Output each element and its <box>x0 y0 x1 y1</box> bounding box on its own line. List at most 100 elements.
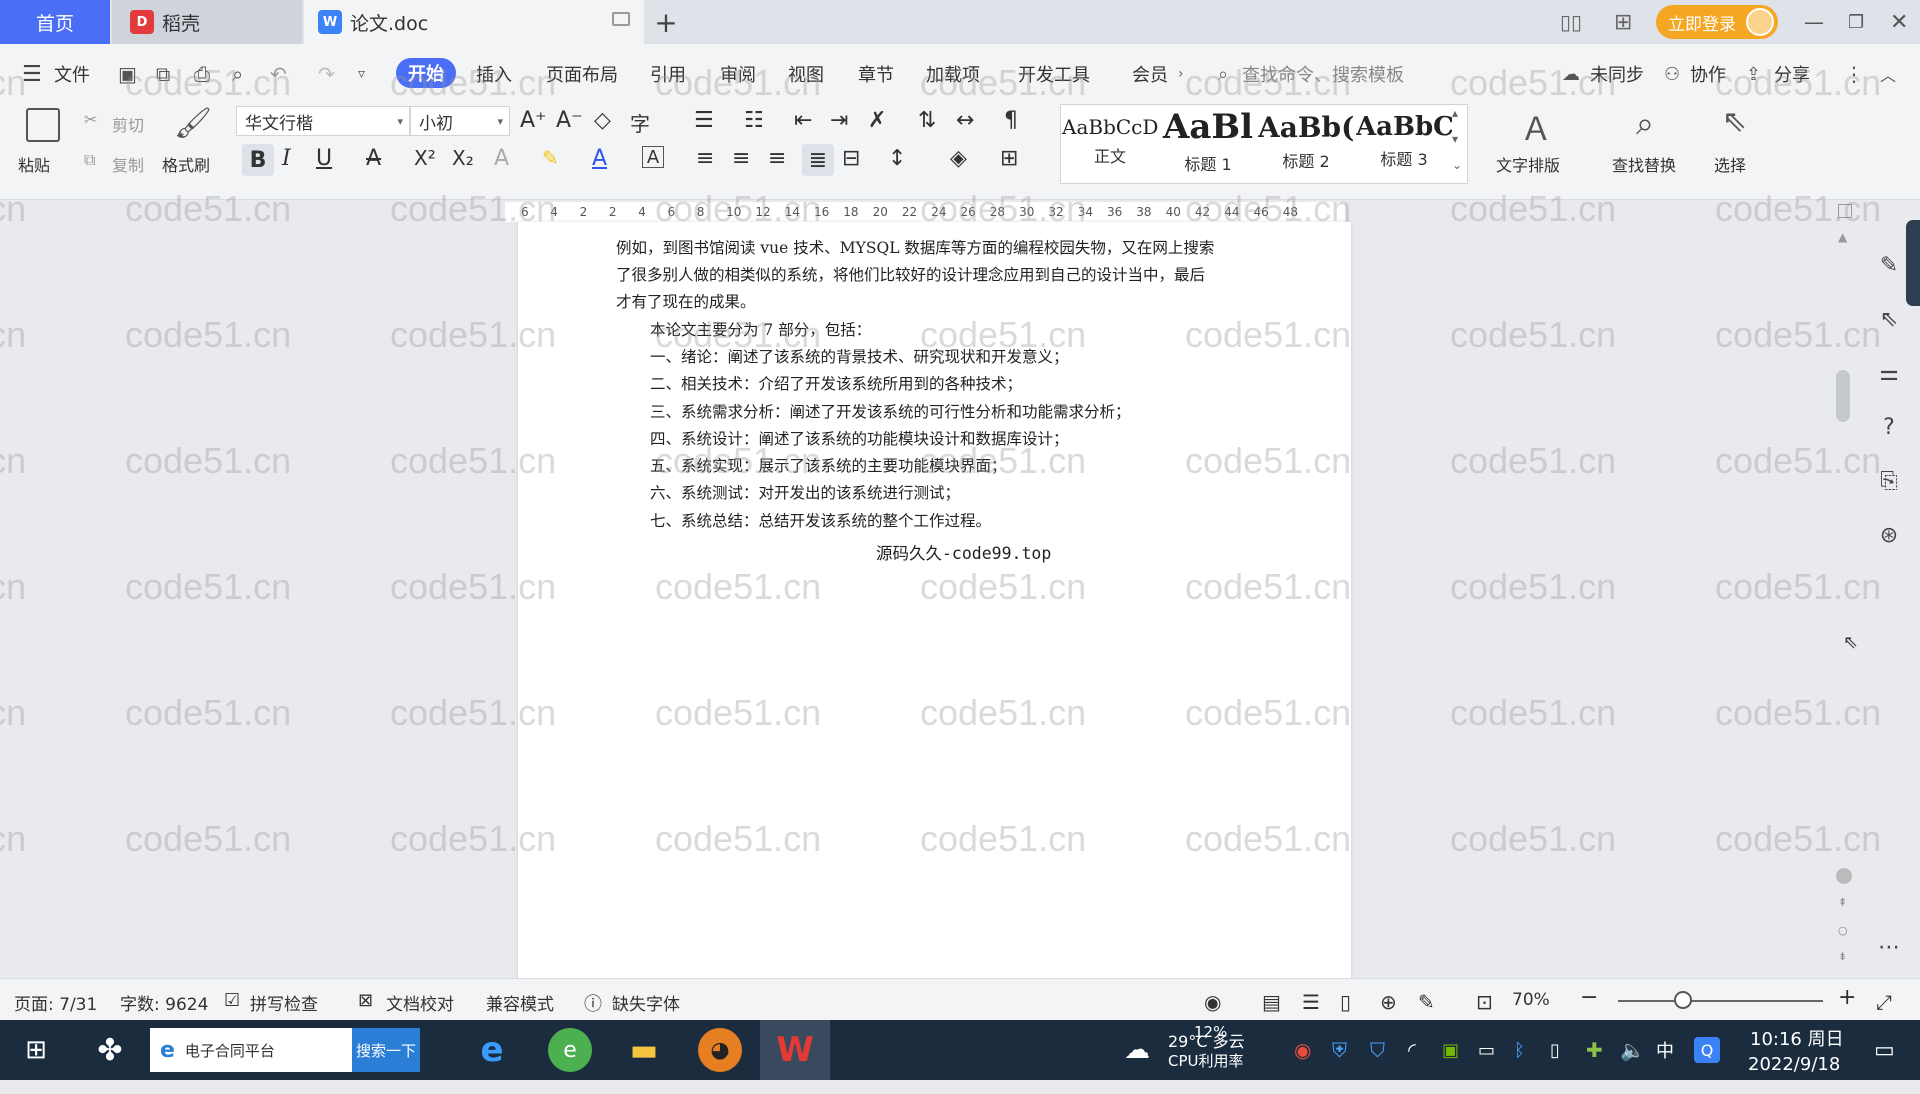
font-size-select[interactable]: 小初 <box>410 106 510 136</box>
tray-green-icon[interactable]: ✚ <box>1586 1020 1603 1080</box>
sort-icon[interactable]: ⇅ <box>918 108 936 133</box>
menu-chapter[interactable]: 章节 <box>858 61 894 87</box>
menu-view[interactable]: 视图 <box>788 61 824 87</box>
close-icon[interactable]: ✕ <box>1890 0 1908 44</box>
login-button[interactable]: 立即登录 <box>1656 5 1778 39</box>
style-normal[interactable]: AaBbCcDd 正文 <box>1062 104 1158 178</box>
tab-daoke[interactable]: D 稻壳 <box>112 0 302 44</box>
document-page[interactable] <box>518 222 1351 978</box>
menu-insert[interactable]: 插入 <box>476 61 512 87</box>
line-spacing-icon[interactable]: ↕ <box>888 146 906 171</box>
taskbar-search[interactable]: e 电子合同平台 搜索一下 <box>150 1028 420 1072</box>
save-icon[interactable]: ▣ <box>118 62 137 86</box>
horizontal-ruler[interactable]: 6 4 2 2 4 6 8 10 12 14 16 18 20 22 24 26 28 30 32 34 36 38 40 4… <box>505 202 1345 222</box>
backup-icon[interactable]: ⎘ <box>1874 466 1904 496</box>
scroll-down-icon[interactable] <box>1836 868 1852 884</box>
bullets-icon[interactable]: ☰ <box>694 108 714 133</box>
search-command-input[interactable]: 查找命令、搜索模板 <box>1242 61 1404 87</box>
ime-indicator[interactable]: 中 <box>1656 1020 1674 1080</box>
show-marks-icon[interactable]: ¶ <box>1004 108 1018 133</box>
scrollbar-thumb[interactable] <box>1836 370 1850 422</box>
style-heading1[interactable]: AaBl 标题 1 <box>1160 104 1256 178</box>
notification-icon[interactable]: ▭ <box>1874 1020 1895 1080</box>
text-direction-icon[interactable]: ↔ <box>956 108 974 133</box>
monitor-icon[interactable] <box>612 12 630 26</box>
more-options-icon[interactable]: ⋮ <box>1844 62 1864 86</box>
ruler-toggle-icon[interactable] <box>1838 204 1852 218</box>
cut-label[interactable]: 剪切 <box>112 112 144 136</box>
fullscreen-icon[interactable]: ⤢ <box>1876 990 1892 1014</box>
collab-button[interactable]: 协作 <box>1690 61 1726 87</box>
menu-start[interactable]: 开始 <box>396 58 456 88</box>
find-replace-icon[interactable]: ⌕ <box>1636 104 1654 143</box>
hamburger-icon[interactable]: ☰ <box>22 62 42 87</box>
print-icon[interactable]: ⎙ <box>194 62 210 86</box>
compass-icon[interactable]: ⊛ <box>1874 520 1904 550</box>
page-indicator[interactable]: 页面: 7/31 <box>14 990 97 1015</box>
vertical-scrollbar[interactable] <box>1832 228 1850 968</box>
sync-status[interactable]: 未同步 <box>1590 61 1644 87</box>
shrink-font-icon[interactable]: A⁻ <box>556 108 583 133</box>
pen-icon[interactable]: ✎ <box>1874 250 1904 280</box>
word-count[interactable]: 字数: 9624 <box>120 990 208 1015</box>
prev-page-icon[interactable]: ⇞ <box>1838 896 1847 909</box>
phonetic-guide-icon[interactable]: 字 <box>630 108 650 137</box>
borders-icon[interactable]: ⊞ <box>1000 146 1018 171</box>
zoom-slider-knob[interactable] <box>1674 991 1692 1009</box>
font-name-select[interactable]: 华文行楷 <box>236 106 410 136</box>
reading-view-icon[interactable]: ▯ <box>1340 990 1351 1014</box>
menu-references[interactable]: 引用 <box>650 61 686 87</box>
align-center-icon[interactable]: ≡ <box>732 146 750 171</box>
styles-expand-icon[interactable]: ⌄ <box>1452 158 1462 172</box>
usb-icon[interactable]: ▯ <box>1550 1020 1560 1080</box>
numbering-icon[interactable]: ☷ <box>744 108 764 133</box>
chinese-layout-icon[interactable]: ✗ <box>868 108 886 133</box>
grow-font-icon[interactable]: A⁺ <box>520 108 547 133</box>
distributed-align-icon[interactable]: ⊟ <box>842 146 860 171</box>
wifi-icon[interactable]: ◜ <box>1408 1020 1416 1080</box>
help-icon[interactable]: ? <box>1874 412 1904 442</box>
tab-document[interactable]: W 论文.doc <box>304 0 644 44</box>
zoom-level[interactable]: 70% <box>1512 990 1550 1010</box>
menu-member[interactable]: 会员 <box>1132 61 1168 87</box>
taskbar-search-button[interactable]: 搜索一下 <box>352 1028 420 1072</box>
format-painter-label[interactable]: 格式刷 <box>162 152 210 176</box>
undo-icon[interactable]: ↶ <box>270 62 287 86</box>
menu-file[interactable]: 文件 <box>54 61 90 87</box>
select-cursor-icon[interactable]: ⇖ <box>1722 104 1747 139</box>
clear-format-icon[interactable]: ◇ <box>594 108 611 133</box>
doc-proof[interactable]: 文档校对 <box>386 990 454 1015</box>
new-tab-button[interactable]: + <box>644 0 688 44</box>
paste-label[interactable]: 粘贴 <box>18 152 50 176</box>
apps-grid-icon[interactable]: ⊞ <box>1614 0 1632 44</box>
file-explorer-icon[interactable]: ▬ <box>622 1028 666 1072</box>
subscript-button[interactable]: X₂ <box>452 146 474 170</box>
align-right-icon[interactable]: ≡ <box>768 146 786 171</box>
outline-view-icon[interactable]: ☰ <box>1302 990 1320 1014</box>
share-button[interactable]: 分享 <box>1774 61 1810 87</box>
text-layout-icon[interactable]: Ａ <box>1520 104 1552 150</box>
align-left-icon[interactable]: ≡ <box>696 146 714 171</box>
taskbar-search-input[interactable]: 电子合同平台 <box>185 1040 275 1061</box>
tray-app-icon[interactable]: ◉ <box>1294 1020 1311 1080</box>
font-color-button[interactable]: A <box>592 146 607 171</box>
fit-page-icon[interactable]: ⊡ <box>1476 990 1493 1014</box>
nvidia-icon[interactable]: ▣ <box>1442 1020 1459 1080</box>
menu-more-icon[interactable]: › <box>1178 66 1184 82</box>
text-layout-label[interactable]: 文字排版 <box>1496 152 1560 176</box>
bluetooth-icon[interactable]: ᛒ <box>1514 1020 1525 1080</box>
collapse-ribbon-icon[interactable]: ︿ <box>1880 62 1896 86</box>
scroll-up-icon[interactable]: ▲ <box>1838 230 1847 244</box>
page-view-icon[interactable]: ▤ <box>1262 990 1281 1014</box>
menu-review[interactable]: 审阅 <box>720 61 756 87</box>
tray-security-icon[interactable]: ⛨ <box>1332 1020 1347 1080</box>
zoom-out-icon[interactable]: − <box>1580 985 1598 1010</box>
write-mode-icon[interactable]: ✎ <box>1418 990 1435 1014</box>
missing-font[interactable]: 缺失字体 <box>612 990 680 1015</box>
save-as-icon[interactable]: ⧉ <box>156 62 170 86</box>
italic-button[interactable]: I <box>282 146 291 171</box>
spell-check[interactable]: 拼写检查 <box>250 990 318 1015</box>
side-panel-handle[interactable] <box>1906 220 1920 306</box>
browser-360-icon[interactable]: e <box>548 1028 592 1072</box>
menu-page-layout[interactable]: 页面布局 <box>546 61 618 87</box>
